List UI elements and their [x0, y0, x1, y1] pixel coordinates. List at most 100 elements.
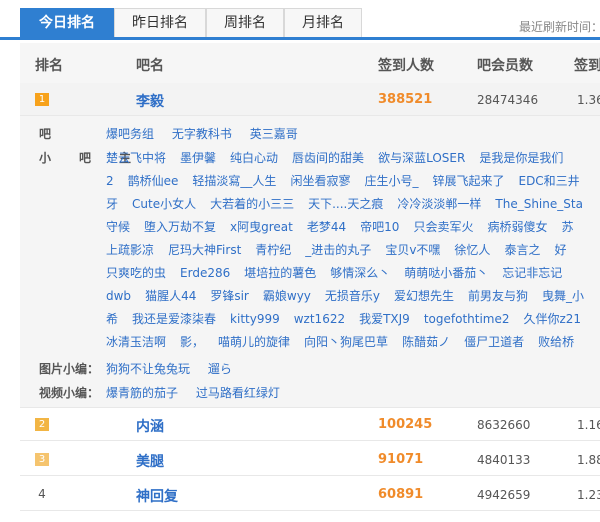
user-link[interactable]: 无字教科书	[172, 127, 232, 141]
user-link[interactable]: 老梦44	[307, 220, 346, 234]
user-link[interactable]: 庄生小号_	[364, 174, 418, 188]
user-link[interactable]: 只会卖军火	[413, 220, 473, 234]
user-link[interactable]: 猫腥人44	[145, 289, 196, 303]
sign-in-ratio: 1.16	[577, 418, 600, 432]
user-link[interactable]: 够情深么丶	[330, 266, 390, 280]
user-link[interactable]: 希	[106, 312, 118, 326]
user-link[interactable]: kitty999	[230, 312, 280, 326]
rank-badge: 2	[35, 418, 49, 431]
user-link[interactable]: 锌展飞起来了	[432, 174, 504, 188]
user-link[interactable]: 尼玛大神First	[168, 243, 241, 257]
xiaoba-link-group: 上疏影凉 尼玛大神First 青柠纪 _进击的丸子 宝贝v不嘿 徐忆人 泰言之好	[106, 241, 580, 258]
sign-in-ratio: 1.88	[577, 453, 600, 467]
sign-in-count: 100245	[378, 417, 433, 432]
user-link[interactable]: 陈醋茹ノ	[402, 335, 450, 349]
user-link[interactable]: 是我是你是我们	[479, 151, 563, 165]
user-link[interactable]: 萌萌哒小番茄丶	[404, 266, 488, 280]
user-link[interactable]: 病桥弱傻女	[487, 220, 547, 234]
user-link[interactable]: 霸娘wyy	[263, 289, 311, 303]
user-link[interactable]: 狗狗不让兔兔玩	[106, 362, 190, 376]
user-link[interactable]: 守候	[106, 220, 130, 234]
user-link[interactable]: 爆吧务组	[106, 127, 154, 141]
user-link[interactable]: 喵萌儿的旋律	[218, 335, 290, 349]
user-link[interactable]: 纯白心动	[230, 151, 278, 165]
user-link[interactable]: 前男友与狗	[468, 289, 528, 303]
user-link[interactable]: 轻描淡寫__人生	[192, 174, 276, 188]
user-link[interactable]: 2	[106, 174, 114, 188]
user-link[interactable]: 徐忆人	[454, 243, 490, 257]
user-link[interactable]: togefothtime2	[424, 312, 510, 326]
user-link[interactable]: 英三嘉哥	[250, 127, 298, 141]
user-link[interactable]: dwb	[106, 289, 131, 303]
user-link[interactable]: 爱幻想先生	[394, 289, 454, 303]
user-link[interactable]: 我爱TXJ9	[359, 312, 410, 326]
user-link[interactable]: 无损音乐y	[325, 289, 380, 303]
bar-name-link[interactable]: 李毅	[136, 91, 164, 111]
user-link[interactable]: 好	[554, 243, 566, 257]
ba-label: 吧	[39, 127, 52, 141]
sign-in-count: 91071	[378, 452, 424, 467]
table-header: 排名 吧名 签到人数 吧会员数 签到	[20, 43, 600, 84]
user-link[interactable]: 久伴你z21	[524, 312, 582, 326]
user-link[interactable]: 堕入万劫不复	[144, 220, 216, 234]
user-link[interactable]: 堪培拉的薯色	[244, 266, 316, 280]
table-row: 1 李毅 388521 28474346 1.36	[20, 83, 600, 116]
user-link[interactable]: 过马路看红绿灯	[196, 386, 280, 400]
user-link[interactable]: 青柠纪	[255, 243, 291, 257]
user-link[interactable]: 影，	[180, 335, 204, 349]
user-link[interactable]: 牙	[106, 197, 118, 211]
user-link[interactable]: 爆青筋的茄子	[106, 386, 178, 400]
user-link[interactable]: x阿曳great	[230, 220, 293, 234]
sign-in-ratio: 1.23	[577, 488, 600, 502]
user-link[interactable]: 冷冷淡淡郸一样	[397, 197, 481, 211]
tab-today[interactable]: 今日排名	[20, 8, 114, 37]
user-link[interactable]: 曳舞_小	[542, 289, 584, 303]
user-link[interactable]: 冰清玉洁啊	[106, 335, 166, 349]
user-link[interactable]: 墨伊馨	[180, 151, 216, 165]
user-link[interactable]: 僵尸卫道者	[464, 335, 524, 349]
user-link[interactable]: The_Shine_Sta	[495, 197, 583, 211]
user-link[interactable]: EDC和三井	[518, 174, 579, 188]
user-link[interactable]: 欲与深蓝LOSER	[378, 151, 465, 165]
user-link[interactable]: 泰言之	[504, 243, 540, 257]
member-count: 8632660	[477, 418, 531, 432]
user-link[interactable]: _进击的丸子	[305, 243, 371, 257]
user-link[interactable]: 闲坐看寂寥	[290, 174, 350, 188]
user-link[interactable]: 遛ら	[208, 362, 232, 376]
xiaoba-link-group: 牙 Cute小女人 大若着的小三三 天下....天之痕 冷冷淡淡郸一样 The_Shine…	[106, 195, 597, 212]
user-link[interactable]: 唇齿间的甜美	[292, 151, 364, 165]
bar-name-link[interactable]: 美腿	[136, 451, 164, 471]
col-bar-name: 吧名	[136, 58, 164, 74]
user-link[interactable]: 忘记非忘记	[502, 266, 562, 280]
table-row: 4 神回复 60891 4942659 1.23	[20, 478, 600, 511]
user-link[interactable]: 大若着的小三三	[210, 197, 294, 211]
bar-name-link[interactable]: 神回复	[136, 486, 178, 506]
user-link[interactable]: 败给桥	[538, 335, 574, 349]
user-link[interactable]: 上疏影凉	[106, 243, 154, 257]
user-link[interactable]: Cute小女人	[132, 197, 196, 211]
user-link[interactable]: 苏	[561, 220, 573, 234]
user-link[interactable]: 宝贝v不嘿	[385, 243, 440, 257]
table-row: 2 内涵 100245 8632660 1.16	[20, 408, 600, 441]
xiaoba-link-group: 楚云飞中将 墨伊馨 纯白心动 唇齿间的甜美 欲与深蓝LOSER 是我是你是我们	[106, 149, 577, 166]
user-link[interactable]: 只爽吃的虫	[106, 266, 166, 280]
user-link[interactable]: 天下....天之痕	[308, 197, 383, 211]
user-link[interactable]: 帝吧10	[360, 220, 399, 234]
user-link[interactable]: 鹊桥仙ee	[128, 174, 179, 188]
user-link[interactable]: wzt1622	[294, 312, 345, 326]
xiaoba-link-group: 冰清玉洁啊 影， 喵萌儿的旋律 向阳丶狗尾巴草 陈醋茹ノ 僵尸卫道者 败给桥	[106, 333, 588, 350]
table-row: 3 美腿 91071 4840133 1.88	[20, 443, 600, 476]
sign-in-count: 60891	[378, 487, 424, 502]
tab-month[interactable]: 月排名	[284, 8, 362, 37]
user-link[interactable]: 罗锋sir	[210, 289, 249, 303]
user-link[interactable]: 楚云飞中将	[106, 151, 166, 165]
user-link[interactable]: 我还是爱漆柒春	[132, 312, 216, 326]
rank-number: 4	[38, 487, 46, 501]
tab-week[interactable]: 周排名	[206, 8, 284, 37]
bar-name-link[interactable]: 内涵	[136, 416, 164, 436]
col-rank: 排名	[35, 58, 63, 74]
col-ratio: 签到	[574, 58, 600, 74]
user-link[interactable]: Erde286	[180, 266, 230, 280]
user-link[interactable]: 向阳丶狗尾巴草	[304, 335, 388, 349]
tab-yesterday[interactable]: 昨日排名	[114, 8, 206, 37]
